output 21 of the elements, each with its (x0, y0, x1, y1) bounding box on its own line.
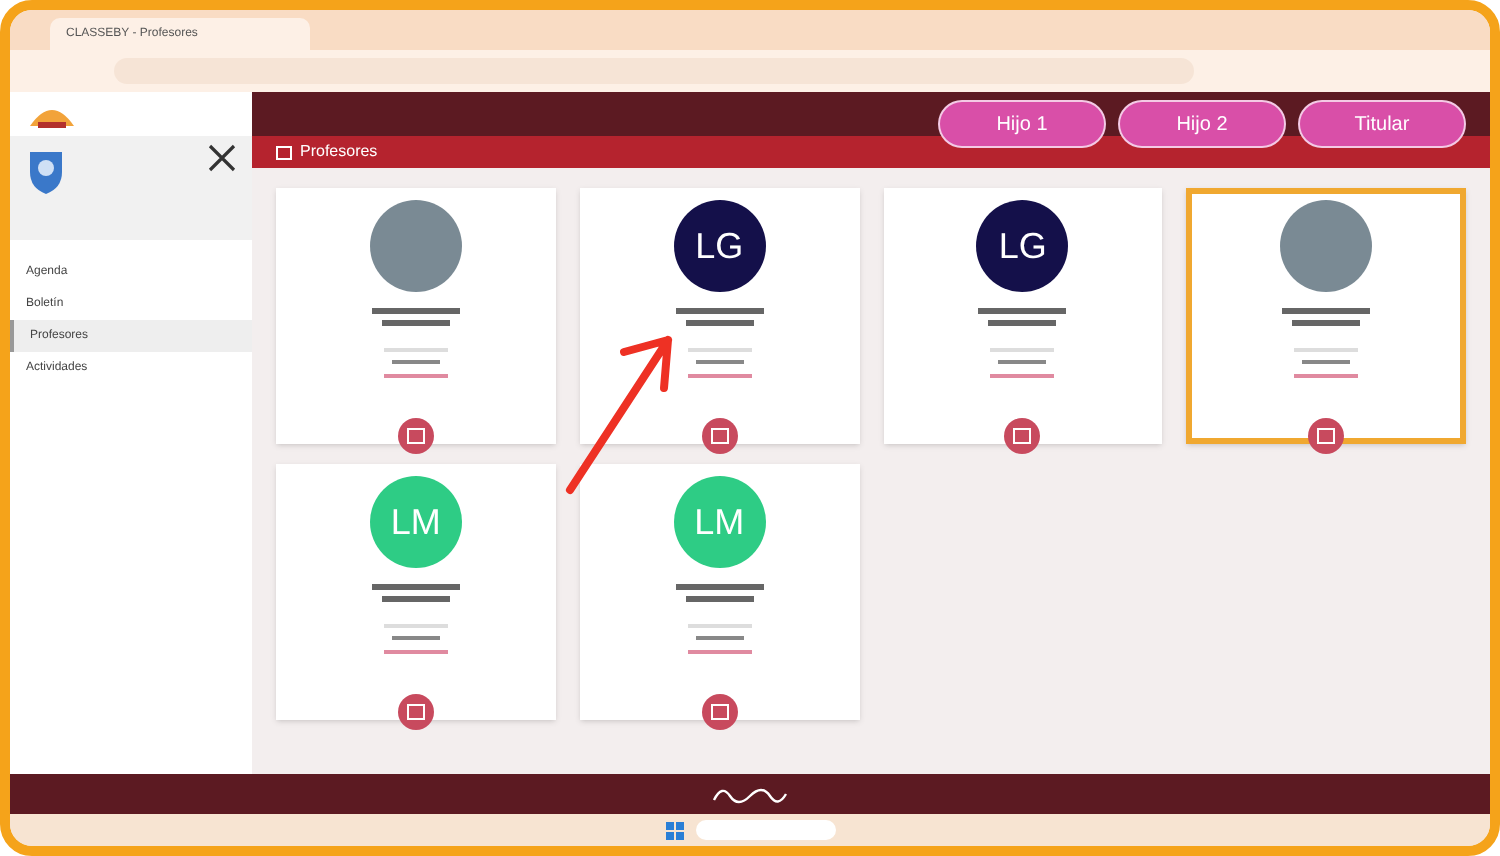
teacher-icon (276, 145, 292, 159)
calendar-button-icon[interactable] (701, 694, 738, 730)
profile-button[interactable]: Hijo 1 (938, 100, 1106, 148)
calendar-button-icon[interactable] (701, 418, 738, 454)
brand-logo-icon (710, 784, 790, 804)
close-icon[interactable] (208, 144, 236, 172)
photo-placeholder (1280, 200, 1373, 292)
initials-avatar: LM (369, 476, 462, 568)
calendar-button-icon[interactable] (1004, 418, 1041, 454)
initials-avatar: LG (673, 200, 766, 292)
page-title: Profesores (300, 140, 378, 164)
initials-avatar: LM (673, 476, 766, 568)
windows-start-icon[interactable] (665, 821, 683, 839)
profile-button[interactable]: Hijo 2 (1118, 100, 1286, 148)
profile-button[interactable]: Titular (1298, 100, 1466, 148)
calendar-button-icon[interactable] (397, 694, 434, 730)
photo-placeholder (369, 200, 462, 292)
taskbar-search-field[interactable] (695, 820, 835, 840)
calendar-button-icon[interactable] (397, 418, 434, 454)
initials-avatar: LG (976, 200, 1069, 292)
calendar-button-icon[interactable] (1308, 418, 1345, 454)
